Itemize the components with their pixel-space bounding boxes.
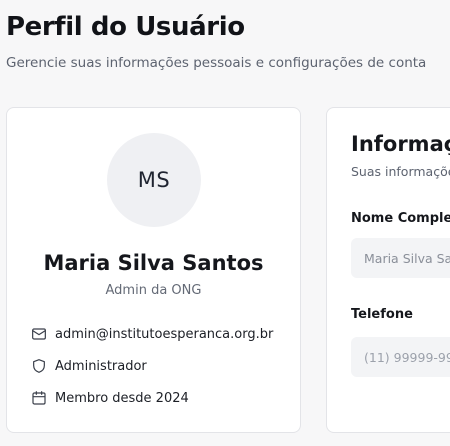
page-subtitle: Gerencie suas informações pessoais e con… <box>6 55 427 71</box>
email-row: admin@institutoesperanca.org.br <box>31 326 273 342</box>
member-since-text: Membro desde 2024 <box>55 390 189 406</box>
phone-input[interactable] <box>351 337 450 377</box>
phone-label: Telefone <box>351 307 413 322</box>
access-level-row: Administrador <box>31 358 147 374</box>
full-name-input[interactable] <box>351 238 450 278</box>
member-since-row: Membro desde 2024 <box>31 390 189 406</box>
page-title: Perfil do Usuário <box>6 12 245 42</box>
calendar-icon <box>31 390 47 406</box>
shield-icon <box>31 358 47 374</box>
avatar-initials: MS <box>137 168 171 192</box>
personal-info-subtitle: Suas informações pessoais <box>351 164 450 179</box>
full-name-label: Nome Completo <box>351 211 450 226</box>
mail-icon <box>31 326 47 342</box>
avatar: MS <box>107 133 201 227</box>
user-name: Maria Silva Santos <box>43 251 264 275</box>
user-role: Admin da ONG <box>105 283 202 298</box>
personal-info-title: Informações Pessoais <box>351 132 450 156</box>
personal-info-card: Informações Pessoais Suas informações pe… <box>326 107 450 433</box>
profile-card: MS Maria Silva Santos Admin da ONG admin… <box>6 107 301 433</box>
email-text: admin@institutoesperanca.org.br <box>55 326 274 342</box>
access-level-text: Administrador <box>55 358 147 374</box>
